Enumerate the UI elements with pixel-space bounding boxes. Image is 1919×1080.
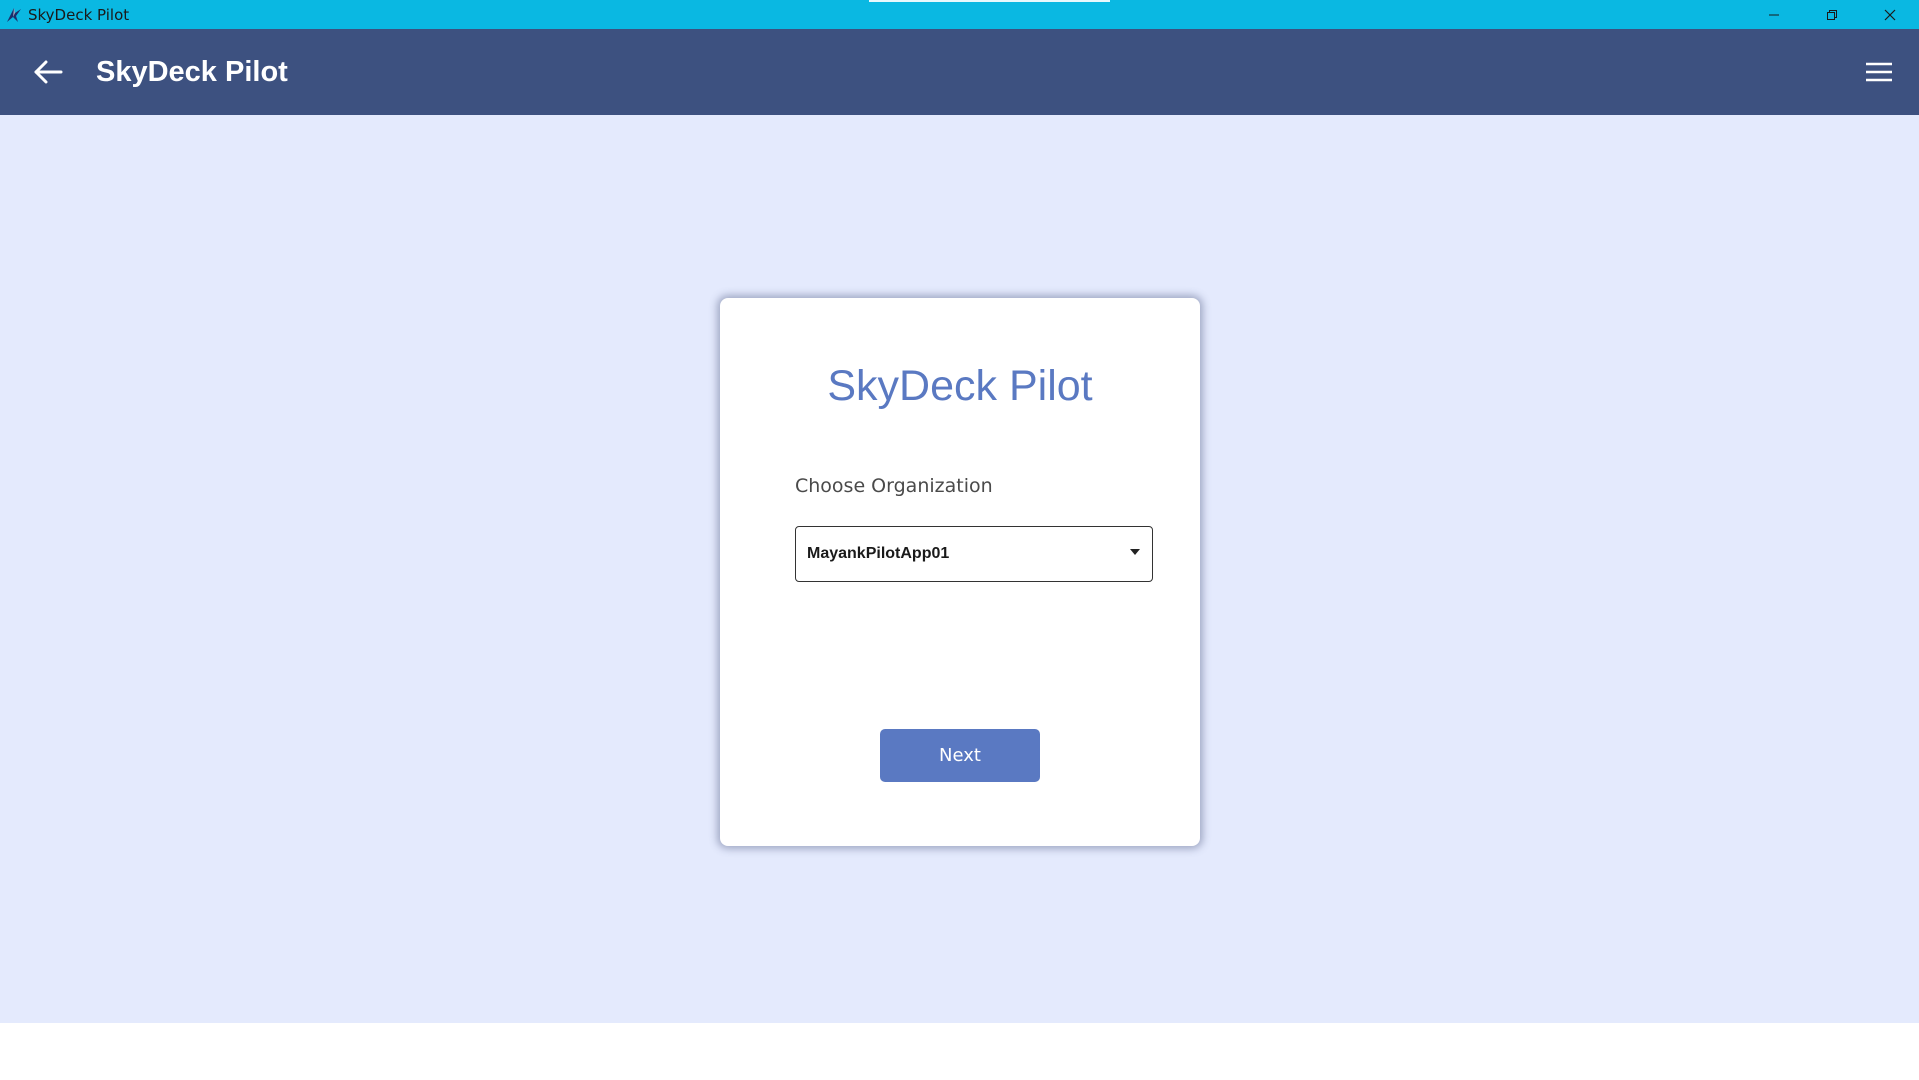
restore-button[interactable]: [1803, 0, 1861, 29]
back-button[interactable]: [30, 54, 66, 90]
org-label: Choose Organization: [795, 475, 993, 497]
close-button[interactable]: [1861, 0, 1919, 29]
minimize-button[interactable]: [1745, 0, 1803, 29]
organization-selected-value: MayankPilotApp01: [807, 545, 950, 562]
restore-icon: [1827, 9, 1837, 20]
hamburger-menu-icon: [1866, 62, 1892, 82]
organization-card: SkyDeck Pilot Choose Organization Mayank…: [720, 298, 1200, 846]
menu-button[interactable]: [1861, 54, 1897, 90]
card-title: SkyDeck Pilot: [827, 362, 1093, 410]
minimize-icon: [1769, 14, 1779, 15]
window-titlebar[interactable]: SkyDeck Pilot: [0, 0, 1919, 29]
main-content: SkyDeck Pilot Choose Organization Mayank…: [0, 115, 1919, 1023]
next-button[interactable]: Next: [880, 729, 1040, 782]
arrow-left-icon: [34, 60, 63, 84]
app-title: SkyDeck Pilot: [96, 55, 288, 88]
window-controls: [1745, 0, 1919, 29]
app-logo-icon: [4, 5, 24, 25]
drag-indicator: [869, 0, 1110, 2]
close-icon: [1884, 9, 1896, 20]
app-header: SkyDeck Pilot: [0, 29, 1919, 115]
organization-dropdown[interactable]: MayankPilotApp01: [795, 526, 1153, 582]
caret-down-icon: [1130, 549, 1140, 555]
window-title: SkyDeck Pilot: [28, 5, 130, 24]
bottom-blank-area: [0, 1023, 1919, 1080]
